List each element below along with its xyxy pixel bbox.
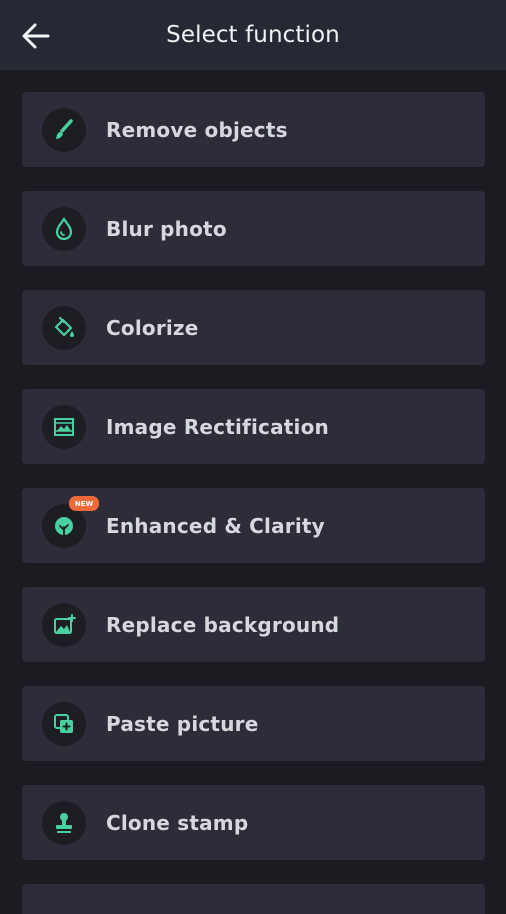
function-item-blur-photo[interactable]: Blur photo bbox=[22, 191, 485, 266]
function-item-paste-picture[interactable]: Paste picture bbox=[22, 686, 485, 761]
function-item-label: Paste picture bbox=[106, 711, 259, 736]
image-plus-icon bbox=[42, 603, 86, 647]
stamp-icon bbox=[42, 801, 86, 845]
function-list: Remove objects Blur photo Colorize Image… bbox=[22, 92, 485, 914]
function-item-image-rectification[interactable]: Image Rectification bbox=[22, 389, 485, 464]
function-item-colorize[interactable]: Colorize bbox=[22, 290, 485, 365]
function-item-remove-objects[interactable]: Remove objects bbox=[22, 92, 485, 167]
brush-icon bbox=[42, 108, 86, 152]
function-item-label: Clone stamp bbox=[106, 810, 249, 835]
paste-picture-icon bbox=[42, 702, 86, 746]
function-item-label: Replace background bbox=[106, 612, 340, 637]
app-header: Select function bbox=[0, 0, 506, 70]
paint-bucket-icon bbox=[42, 306, 86, 350]
function-item-enhanced-clarity[interactable]: NEW Enhanced & Clarity bbox=[22, 488, 485, 563]
function-item-label: Blur photo bbox=[106, 216, 227, 241]
function-item-partial[interactable] bbox=[22, 884, 485, 914]
function-item-clone-stamp[interactable]: Clone stamp bbox=[22, 785, 485, 860]
function-item-label: Image Rectification bbox=[106, 414, 329, 439]
image-frame-icon bbox=[42, 405, 86, 449]
function-item-label: Remove objects bbox=[106, 117, 288, 142]
function-item-label: Enhanced & Clarity bbox=[106, 513, 325, 538]
page-title: Select function bbox=[166, 22, 340, 48]
drop-icon bbox=[42, 207, 86, 251]
function-item-label: Colorize bbox=[106, 315, 199, 340]
function-item-replace-background[interactable]: Replace background bbox=[22, 587, 485, 662]
new-badge: NEW bbox=[69, 496, 99, 511]
